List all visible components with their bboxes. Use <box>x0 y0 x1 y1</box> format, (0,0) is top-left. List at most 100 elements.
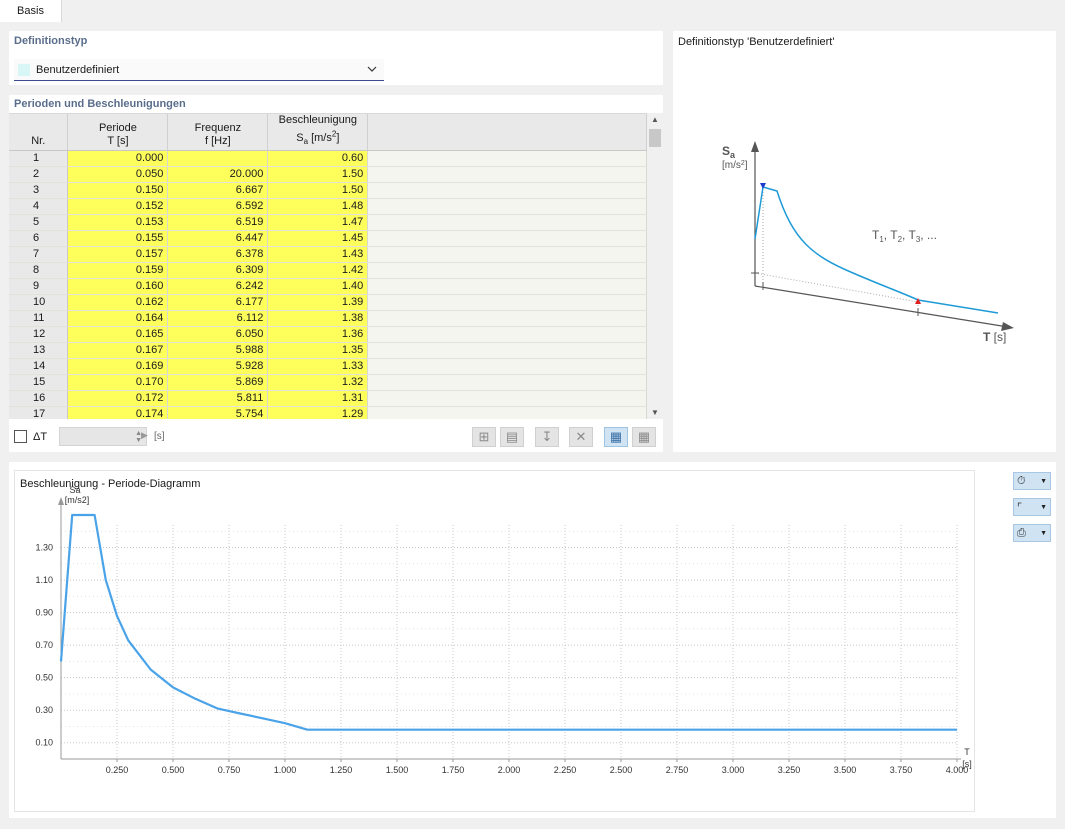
table-row[interactable]: 11 0.164 6.112 1.38 <box>9 310 647 327</box>
table-row[interactable]: 7 0.157 6.378 1.43 <box>9 246 647 263</box>
table-scrollbar[interactable]: ▲ ▼ <box>647 113 663 419</box>
acceleration-cell[interactable]: 1.36 <box>267 326 369 343</box>
period-cell[interactable]: 0.160 <box>67 278 169 295</box>
y-tick-label: 0.10 <box>35 738 53 748</box>
definition-type-dropdown[interactable]: Benutzerdefiniert <box>14 59 384 81</box>
animation-button[interactable]: ⏱ ▼ <box>1013 472 1051 490</box>
frequency-cell[interactable]: 6.447 <box>167 230 269 247</box>
table-row[interactable]: 10 0.162 6.177 1.39 <box>9 294 647 311</box>
table-row[interactable]: 1 0.000 0.60 <box>9 150 647 167</box>
table-row[interactable]: 4 0.152 6.592 1.48 <box>9 198 647 215</box>
period-cell[interactable]: 0.174 <box>67 406 169 419</box>
export-button[interactable]: ▦ <box>632 427 656 447</box>
acceleration-cell[interactable]: 1.45 <box>267 230 369 247</box>
delta-t-input[interactable]: ▲ ▼ <box>59 427 147 446</box>
period-cell[interactable]: 0.172 <box>67 390 169 407</box>
table-row[interactable]: 15 0.170 5.869 1.32 <box>9 374 647 391</box>
period-cell[interactable]: 0.152 <box>67 198 169 215</box>
acceleration-cell[interactable]: 1.50 <box>267 166 369 183</box>
scrollbar-thumb[interactable] <box>649 129 661 147</box>
frequency-cell[interactable]: 6.177 <box>167 294 269 311</box>
frequency-cell[interactable]: 6.378 <box>167 246 269 263</box>
delete-button[interactable]: ✕ <box>569 427 593 447</box>
period-cell[interactable]: 0.162 <box>67 294 169 311</box>
acceleration-cell[interactable]: 1.29 <box>267 406 369 419</box>
sort-button[interactable]: ↧ <box>535 427 559 447</box>
scroll-up-icon[interactable]: ▲ <box>651 115 659 124</box>
frequency-cell[interactable] <box>167 150 269 167</box>
period-cell[interactable]: 0.150 <box>67 182 169 199</box>
table-row[interactable]: 16 0.172 5.811 1.31 <box>9 390 647 407</box>
frequency-cell[interactable]: 6.309 <box>167 262 269 279</box>
table-row[interactable]: 14 0.169 5.928 1.33 <box>9 358 647 375</box>
table-row[interactable]: 6 0.155 6.447 1.45 <box>9 230 647 247</box>
period-cell[interactable]: 0.164 <box>67 310 169 327</box>
scroll-down-icon[interactable]: ▼ <box>651 408 659 417</box>
period-cell[interactable]: 0.000 <box>67 150 169 167</box>
tab-basis[interactable]: Basis <box>0 0 62 22</box>
empty-cell <box>367 374 647 391</box>
frequency-cell[interactable]: 5.754 <box>167 406 269 419</box>
period-cell[interactable]: 0.157 <box>67 246 169 263</box>
frequency-cell[interactable]: 5.811 <box>167 390 269 407</box>
frequency-cell[interactable]: 5.988 <box>167 342 269 359</box>
frequency-cell[interactable]: 5.869 <box>167 374 269 391</box>
acceleration-cell[interactable]: 1.31 <box>267 390 369 407</box>
period-cell[interactable]: 0.167 <box>67 342 169 359</box>
acceleration-cell[interactable]: 1.42 <box>267 262 369 279</box>
table-row[interactable]: 17 0.174 5.754 1.29 <box>9 406 647 419</box>
save-rows-button[interactable]: ▤ <box>500 427 524 447</box>
frequency-cell[interactable]: 6.667 <box>167 182 269 199</box>
period-cell[interactable]: 0.170 <box>67 374 169 391</box>
delta-t-unit: [s] <box>154 431 165 442</box>
table-row[interactable]: 8 0.159 6.309 1.42 <box>9 262 647 279</box>
delta-t-checkbox[interactable] <box>14 430 27 443</box>
definition-type-panel: Definitionstyp Benutzerdefiniert <box>9 31 663 85</box>
frequency-cell[interactable]: 6.242 <box>167 278 269 295</box>
acceleration-cell[interactable]: 1.40 <box>267 278 369 295</box>
acceleration-cell[interactable]: 1.39 <box>267 294 369 311</box>
table-row[interactable]: 13 0.167 5.988 1.35 <box>9 342 647 359</box>
import-button[interactable]: ▦ <box>604 427 628 447</box>
period-cell[interactable]: 0.153 <box>67 214 169 231</box>
period-cell[interactable]: 0.169 <box>67 358 169 375</box>
acceleration-cell[interactable]: 1.43 <box>267 246 369 263</box>
periods-grid: Nr. Periode T [s] Frequenz f [Hz] Beschleu… <box>9 113 647 419</box>
diagram-options-button[interactable]: ⌜ ▼ <box>1013 498 1051 516</box>
row-number: 13 <box>9 342 69 359</box>
table-row[interactable]: 3 0.150 6.667 1.50 <box>9 182 647 199</box>
frequency-cell[interactable]: 6.592 <box>167 198 269 215</box>
acceleration-cell[interactable]: 1.47 <box>267 214 369 231</box>
chevron-down-icon: ▼ <box>1040 503 1047 511</box>
insert-row-button[interactable]: ⊞ <box>472 427 496 447</box>
table-row[interactable]: 9 0.160 6.242 1.40 <box>9 278 647 295</box>
x-tick-label: 3.250 <box>778 765 801 775</box>
frequency-cell[interactable]: 6.112 <box>167 310 269 327</box>
row-number: 11 <box>9 310 69 327</box>
period-cell[interactable]: 0.165 <box>67 326 169 343</box>
acceleration-cell[interactable]: 1.35 <box>267 342 369 359</box>
period-cell[interactable]: 0.155 <box>67 230 169 247</box>
table-row[interactable]: 5 0.153 6.519 1.47 <box>9 214 647 231</box>
acceleration-cell[interactable]: 1.48 <box>267 198 369 215</box>
acceleration-cell[interactable]: 1.50 <box>267 182 369 199</box>
frequency-cell[interactable]: 6.519 <box>167 214 269 231</box>
acceleration-cell[interactable]: 1.32 <box>267 374 369 391</box>
y-axis-unit: [m/s2] <box>65 495 90 505</box>
spin-right-icon[interactable]: ▶ <box>141 430 148 441</box>
table-row[interactable]: 2 0.050 20.000 1.50 <box>9 166 647 183</box>
period-cell[interactable]: 0.159 <box>67 262 169 279</box>
acceleration-cell[interactable]: 1.38 <box>267 310 369 327</box>
print-button[interactable]: ⎙ ▼ <box>1013 524 1051 542</box>
frequency-cell[interactable]: 6.050 <box>167 326 269 343</box>
frequency-cell[interactable]: 20.000 <box>167 166 269 183</box>
acceleration-cell[interactable]: 1.33 <box>267 358 369 375</box>
table-row[interactable]: 12 0.165 6.050 1.36 <box>9 326 647 343</box>
x-tick-label: 1.750 <box>442 765 465 775</box>
x-tick-label: 1.250 <box>330 765 353 775</box>
frequency-cell[interactable]: 5.928 <box>167 358 269 375</box>
empty-cell <box>367 214 647 231</box>
acceleration-cell[interactable]: 0.60 <box>267 150 369 167</box>
definition-preview-panel: Definitionstyp 'Benutzerdefiniert' Sa [m… <box>673 31 1056 452</box>
period-cell[interactable]: 0.050 <box>67 166 169 183</box>
